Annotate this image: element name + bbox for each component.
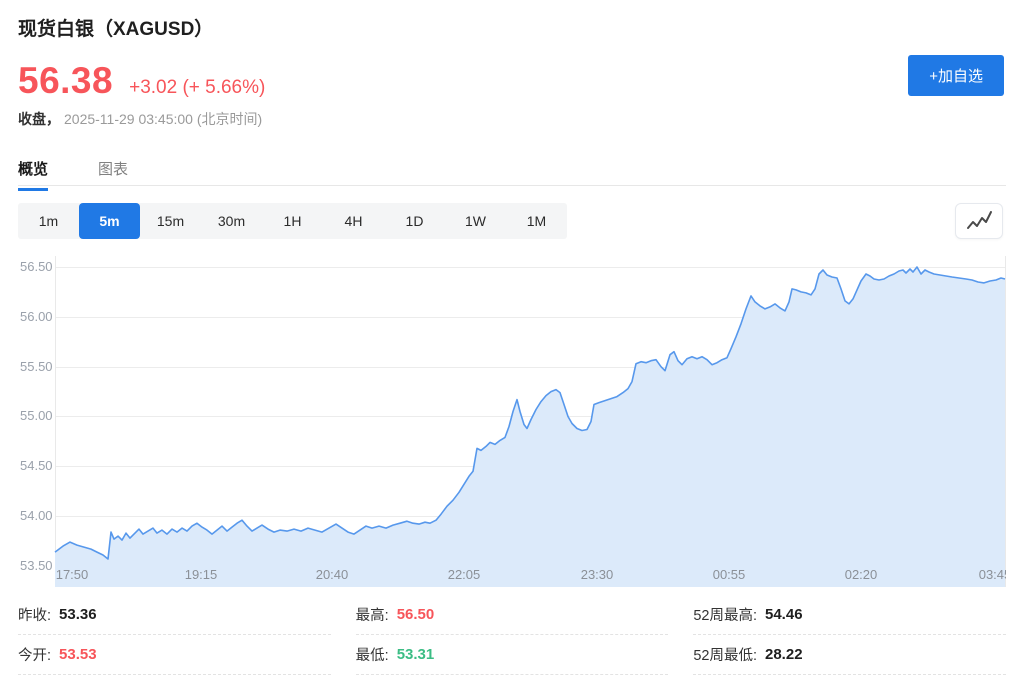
y-tick: 54.00 [20,508,53,523]
stats-col-2: 最高: 56.50 最低: 53.31 [356,595,669,675]
range-1h[interactable]: 1H [262,203,323,239]
quote-timestamp: 2025-11-29 03:45:00 (北京时间) [64,111,262,127]
x-tick: 00:55 [713,567,746,582]
line-chart-icon [964,207,994,236]
stat-open: 今开: 53.53 [18,635,331,675]
range-1d[interactable]: 1D [384,203,445,239]
y-tick: 56.00 [20,309,53,324]
stat-52w-high: 52周最高: 54.46 [693,595,1006,635]
stat-low: 最低: 53.31 [356,635,669,675]
x-tick: 19:15 [185,567,218,582]
x-tick: 20:40 [316,567,349,582]
y-tick: 53.50 [20,558,53,573]
y-tick: 54.50 [20,458,53,473]
stats-col-1: 昨收: 53.36 今开: 53.53 [18,595,331,675]
price-change: +3.02 (+ 5.66%) [129,77,265,99]
range-30m[interactable]: 30m [201,203,262,239]
x-tick: 23:30 [581,567,614,582]
last-price: 56.38 [18,60,113,102]
range-15m[interactable]: 15m [140,203,201,239]
x-tick: 17:50 [56,567,89,582]
chart-toolbar: 1m 5m 15m 30m 1H 4H 1D 1W 1M [18,203,1006,239]
stat-high: 最高: 56.50 [356,595,669,635]
range-selector: 1m 5m 15m 30m 1H 4H 1D 1W 1M [18,203,567,239]
range-1m[interactable]: 1m [18,203,79,239]
add-watchlist-button[interactable]: +加自选 [908,55,1004,96]
y-tick: 55.50 [20,359,53,374]
price-chart[interactable]: 56.50 56.00 55.50 55.00 54.50 54.00 53.5… [18,250,1006,587]
range-1mo[interactable]: 1M [506,203,567,239]
price-row: 56.38 +3.02 (+ 5.66%) [18,60,265,102]
market-status: 收盘，2025-11-29 03:45:00 (北京时间) [18,109,262,129]
range-1w[interactable]: 1W [445,203,506,239]
y-tick: 56.50 [20,259,53,274]
range-4h[interactable]: 4H [323,203,384,239]
range-5m[interactable]: 5m [79,203,140,239]
quote-page: 现货白银（XAGUSD） 56.38 +3.02 (+ 5.66%) 收盘，20… [0,0,1024,685]
stats-grid: 昨收: 53.36 今开: 53.53 最高: 56.50 最低: 53.31 … [18,595,1006,675]
stat-prev-close: 昨收: 53.36 [18,595,331,635]
chart-type-toggle-button[interactable] [955,203,1003,239]
x-tick: 02:20 [845,567,878,582]
area-chart-canvas [18,250,1006,587]
status-label: 收盘， [18,111,60,127]
stats-col-3: 52周最高: 54.46 52周最低: 28.22 [693,595,1006,675]
y-tick: 55.00 [20,408,53,423]
tab-divider [18,185,1006,186]
page-title: 现货白银（XAGUSD） [18,14,213,41]
stat-52w-low: 52周最低: 28.22 [693,635,1006,675]
x-tick: 03:45 [979,567,1006,582]
x-tick: 22:05 [448,567,481,582]
